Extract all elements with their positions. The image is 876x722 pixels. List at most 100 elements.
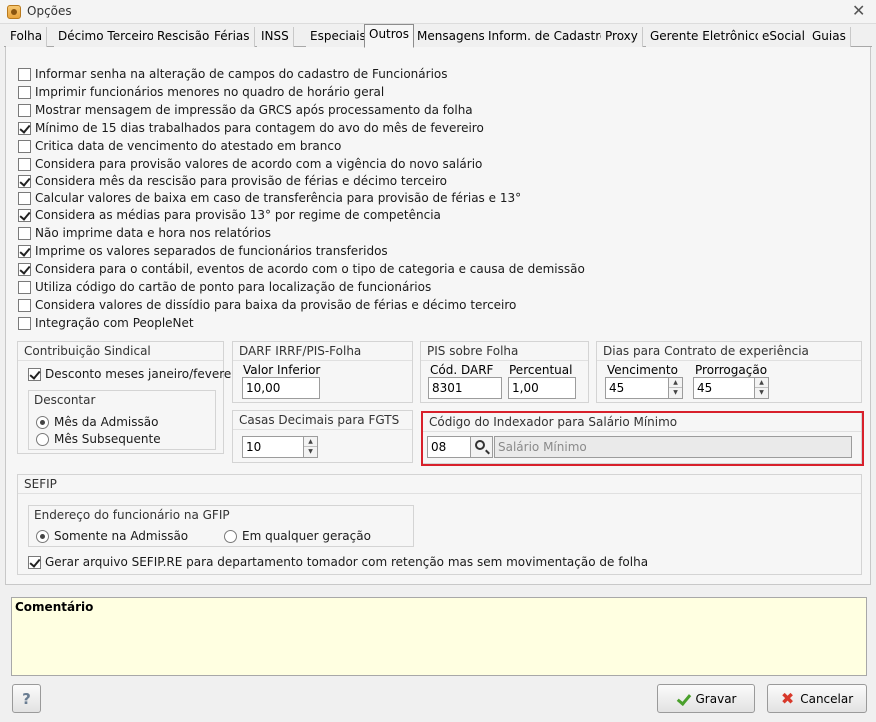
radio-button[interactable] [36, 432, 49, 446]
option-item[interactable]: Mostrar mensagem de impressão da GRCS ap… [18, 102, 473, 118]
close-icon[interactable]: ✕ [852, 3, 865, 19]
option-checkbox[interactable] [18, 85, 31, 99]
tab-especiais[interactable]: Especiais [306, 27, 371, 47]
tab-mensagens[interactable]: Mensagens [413, 27, 490, 47]
gerar-sefip-checkbox[interactable] [28, 555, 41, 569]
option-item[interactable]: Imprime os valores separados de funcioná… [18, 243, 388, 259]
option-label: Critica data de vencimento do atestado e… [35, 139, 342, 153]
casas-decimais-stepper[interactable]: ▲ ▼ [304, 436, 318, 458]
option-item[interactable]: Informar senha na alteração de campos do… [18, 66, 448, 82]
option-checkbox[interactable] [18, 208, 31, 222]
option-item[interactable]: Calcular valores de baixa em caso de tra… [18, 190, 521, 206]
option-label: Considera para o contábil, eventos de ac… [35, 262, 585, 276]
tab-gerente-eletronico[interactable]: Gerente Eletrônico [646, 27, 768, 47]
desconto-checkbox[interactable] [28, 367, 41, 381]
tab-inform-cadastro[interactable]: Inform. de Cadastro [484, 27, 613, 47]
radio-button[interactable] [36, 415, 49, 429]
option-label: Calcular valores de baixa em caso de tra… [35, 191, 522, 205]
tab-ferias[interactable]: Férias [210, 27, 255, 47]
spin-down-icon[interactable]: ▼ [304, 447, 317, 457]
option-item[interactable]: Mínimo de 15 dias trabalhados para conta… [18, 120, 484, 136]
tab-decimo-terceiro[interactable]: Décimo Terceiro [54, 27, 160, 47]
option-item[interactable]: Utiliza código do cartão de ponto para l… [18, 279, 431, 295]
option-checkbox[interactable] [18, 191, 31, 205]
group-title: Casas Decimais para FGTS [239, 413, 400, 427]
tab-esocial[interactable]: eSocial [758, 27, 810, 47]
valor-inferior-input[interactable] [242, 377, 320, 399]
spin-up-icon[interactable]: ▲ [669, 378, 682, 388]
tab-strip: Folha Décimo Terceiro Rescisão Férias IN… [4, 24, 872, 48]
option-checkbox[interactable] [18, 174, 31, 188]
desconto-janeiro-fevereiro-option[interactable]: Desconto meses janeiro/fevereiro [28, 366, 247, 382]
option-label: Mínimo de 15 dias trabalhados para conta… [35, 121, 484, 135]
tab-inss[interactable]: INSS [257, 27, 294, 47]
option-label: Considera valores de dissídio para baixa… [35, 298, 517, 312]
highlight-box [421, 411, 864, 466]
option-checkbox[interactable] [18, 298, 31, 312]
tab-folha[interactable]: Folha [6, 27, 48, 47]
app-icon [7, 5, 21, 19]
option-label: Imprime os valores separados de funcioná… [35, 244, 388, 258]
radio-label: Em qualquer geração [242, 529, 371, 543]
option-item[interactable]: Imprimir funcionários menores no quadro … [18, 84, 384, 100]
radio-somente-admissao[interactable]: Somente na Admissão [36, 528, 188, 544]
tab-proxy[interactable]: Proxy [601, 27, 643, 47]
prorrogacao-label: Prorrogação [695, 363, 768, 377]
radio-mes-subsequente[interactable]: Mês Subsequente [36, 431, 161, 447]
save-button[interactable]: Gravar [657, 684, 755, 713]
vencimento-input[interactable] [605, 377, 669, 399]
gerar-sefip-option[interactable]: Gerar arquivo SEFIP.RE para departamento… [28, 554, 648, 570]
tab-guias[interactable]: Guias [808, 27, 851, 47]
option-item[interactable]: Considera valores de dissídio para baixa… [18, 297, 516, 313]
option-checkbox[interactable] [18, 139, 31, 153]
radio-button[interactable] [36, 529, 49, 543]
option-checkbox[interactable] [18, 157, 31, 171]
spin-down-icon[interactable]: ▼ [755, 388, 768, 398]
radio-mes-admissao[interactable]: Mês da Admissão [36, 414, 158, 430]
spin-up-icon[interactable]: ▲ [304, 437, 317, 447]
option-checkbox[interactable] [18, 280, 31, 294]
option-checkbox[interactable] [18, 262, 31, 276]
option-item[interactable]: Considera para o contábil, eventos de ac… [18, 261, 585, 277]
cod-darf-input[interactable] [428, 377, 502, 399]
radio-qualquer-geracao[interactable]: Em qualquer geração [224, 528, 371, 544]
desconto-label: Desconto meses janeiro/fevereiro [45, 367, 247, 381]
option-checkbox[interactable] [18, 316, 31, 330]
option-item[interactable]: Considera para provisão valores de acord… [18, 156, 482, 172]
group-title: PIS sobre Folha [427, 344, 519, 358]
tab-outros[interactable]: Outros [364, 24, 415, 48]
group-title: Contribuição Sindical [24, 344, 151, 358]
option-item[interactable]: Critica data de vencimento do atestado e… [18, 138, 341, 154]
option-label: Considera as médias para provisão 13° po… [35, 208, 441, 222]
spin-down-icon[interactable]: ▼ [669, 388, 682, 398]
option-checkbox[interactable] [18, 226, 31, 240]
comment-box[interactable]: Comentário [11, 597, 867, 676]
vencimento-stepper[interactable]: ▲ ▼ [669, 377, 683, 399]
option-item[interactable]: Considera as médias para provisão 13° po… [18, 207, 441, 223]
percentual-label: Percentual [509, 363, 573, 377]
option-item[interactable]: Considera mês da rescisão para provisão … [18, 173, 447, 189]
prorrogacao-stepper[interactable]: ▲ ▼ [755, 377, 769, 399]
cancel-button[interactable]: ✖ Cancelar [767, 684, 867, 713]
tab-rescisao[interactable]: Rescisão [153, 27, 215, 47]
casas-decimais-input[interactable] [242, 436, 304, 458]
radio-button[interactable] [224, 529, 237, 543]
percentual-input[interactable] [508, 377, 576, 399]
help-button[interactable]: ? [12, 684, 41, 713]
option-item[interactable]: Não imprime data e hora nos relatórios [18, 225, 271, 241]
radio-label: Mês da Admissão [54, 415, 159, 429]
gerar-sefip-label: Gerar arquivo SEFIP.RE para departamento… [45, 555, 649, 569]
option-checkbox[interactable] [18, 244, 31, 258]
spin-up-icon[interactable]: ▲ [755, 378, 768, 388]
option-checkbox[interactable] [18, 121, 31, 135]
x-icon: ✖ [780, 688, 795, 708]
prorrogacao-input[interactable] [693, 377, 755, 399]
group-title: SEFIP [24, 477, 57, 491]
option-checkbox[interactable] [18, 67, 31, 81]
option-label: Considera para provisão valores de acord… [35, 157, 483, 171]
option-checkbox[interactable] [18, 103, 31, 117]
cod-darf-label: Cód. DARF [430, 363, 494, 377]
option-item[interactable]: Integração com PeopleNet [18, 315, 194, 331]
title-bar: Opções ✕ [0, 0, 876, 24]
check-icon [676, 692, 690, 706]
